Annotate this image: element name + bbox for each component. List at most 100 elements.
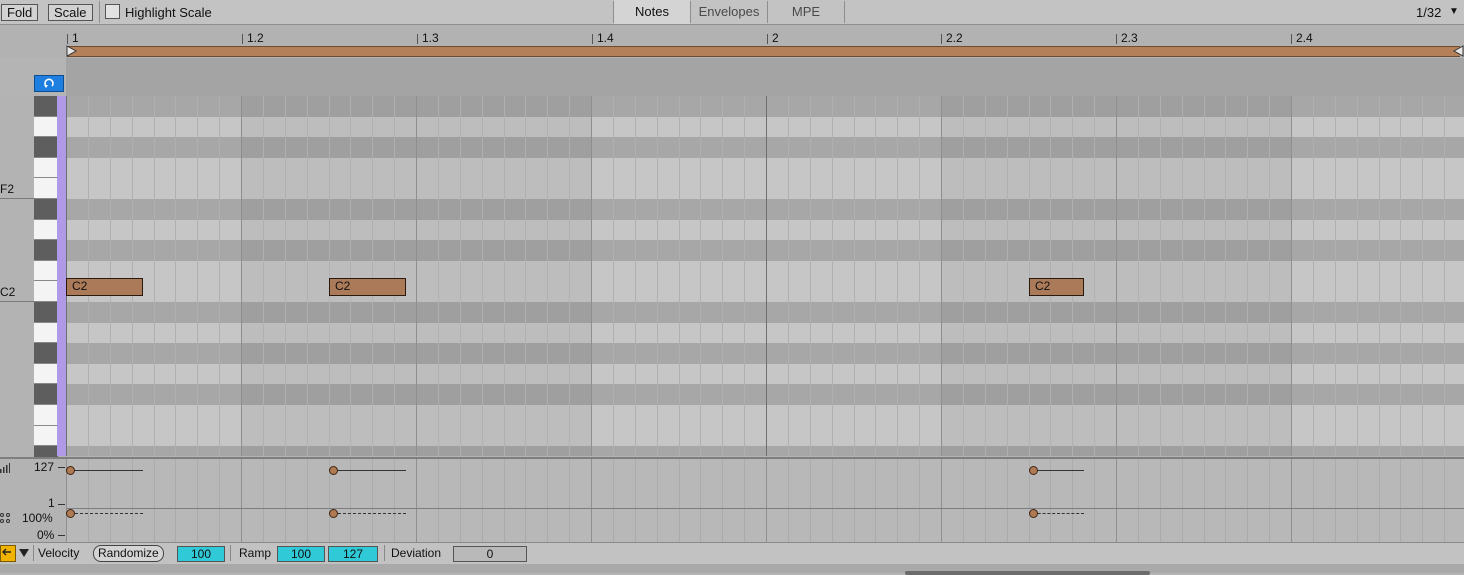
octave-line xyxy=(0,198,34,199)
chance-handle[interactable] xyxy=(329,509,338,518)
velocity-grid-line xyxy=(504,459,505,543)
chance-min-label: 0% xyxy=(37,528,55,542)
grid-line xyxy=(1029,96,1030,456)
midi-note[interactable]: C2 xyxy=(1029,278,1084,296)
midi-note[interactable]: C2 xyxy=(66,278,143,296)
velocity-grid-line xyxy=(788,459,789,543)
black-key[interactable] xyxy=(34,199,58,220)
ramp-start-field[interactable]: 100 xyxy=(277,546,325,562)
randomize-button[interactable]: Randomize xyxy=(93,545,164,562)
velocity-handle[interactable] xyxy=(329,466,338,475)
ramp-end-field[interactable]: 127 xyxy=(328,546,378,562)
divider xyxy=(230,545,231,561)
tab-divider xyxy=(844,1,845,23)
chance-handle[interactable] xyxy=(1029,509,1038,518)
black-key[interactable] xyxy=(34,343,58,364)
black-key[interactable] xyxy=(34,137,58,158)
velocity-grid-line xyxy=(810,459,811,543)
velocity-grid-line xyxy=(1072,459,1073,543)
velocity-bars-icon xyxy=(0,463,10,473)
velocity-grid-line xyxy=(394,459,395,543)
velocity-lane[interactable] xyxy=(66,457,1464,543)
back-arrow-icon[interactable] xyxy=(0,545,16,562)
loop-brace[interactable] xyxy=(67,46,1460,57)
ruler-label: 2.4 xyxy=(1296,31,1313,45)
velocity-grid-line xyxy=(941,459,942,543)
velocity-grid-line xyxy=(460,459,461,543)
ruler-tick xyxy=(417,34,418,44)
piano-roll-keyboard[interactable] xyxy=(34,96,58,467)
velocity-handle[interactable] xyxy=(1029,466,1038,475)
grid-line xyxy=(1094,96,1095,456)
black-key[interactable] xyxy=(34,96,58,117)
grid-line xyxy=(1007,96,1008,456)
grid-line xyxy=(219,96,220,456)
grid-line xyxy=(1335,96,1336,456)
grid-line xyxy=(1357,96,1358,456)
grid-size-value[interactable]: 1/32 xyxy=(1416,5,1441,20)
scale-button[interactable]: Scale xyxy=(48,4,93,21)
white-key[interactable] xyxy=(34,261,58,281)
chance-max-label: 100% xyxy=(22,511,53,525)
toolbar-divider xyxy=(99,1,100,23)
deviation-field[interactable]: 0 xyxy=(453,546,527,562)
grid-line xyxy=(941,96,942,456)
black-key[interactable] xyxy=(34,384,58,405)
grid-line xyxy=(1400,96,1401,456)
velocity-grid-line xyxy=(1094,459,1095,543)
grid-line xyxy=(700,96,701,456)
divider xyxy=(384,545,385,561)
chance-stem xyxy=(333,513,406,514)
grid-line xyxy=(110,96,111,456)
velocity-grid-line xyxy=(897,459,898,543)
chevron-down-icon[interactable] xyxy=(19,549,29,557)
velocity-stem xyxy=(333,470,406,471)
velocity-grid-line xyxy=(700,459,701,543)
grid-line xyxy=(504,96,505,456)
ruler-tick xyxy=(767,34,768,44)
white-key[interactable] xyxy=(34,364,58,384)
white-key[interactable] xyxy=(34,158,58,178)
grid-line xyxy=(132,96,133,456)
chance-handle[interactable] xyxy=(66,509,75,518)
grid-line xyxy=(263,96,264,456)
horizontal-scrollbar[interactable] xyxy=(0,564,1464,573)
velocity-grid-line xyxy=(1160,459,1161,543)
velocity-grid-line xyxy=(547,459,548,543)
velocity-handle[interactable] xyxy=(66,466,75,475)
white-key[interactable] xyxy=(34,405,58,426)
grid-line xyxy=(1182,96,1183,456)
note-grid[interactable]: C2 C2 C2 xyxy=(66,96,1464,456)
white-key[interactable] xyxy=(34,178,58,199)
white-key[interactable] xyxy=(34,117,58,137)
velocity-grid-line xyxy=(175,459,176,543)
velocity-grid-line xyxy=(372,459,373,543)
tab-mpe[interactable]: MPE xyxy=(768,0,844,24)
black-key[interactable] xyxy=(34,302,58,323)
white-key[interactable] xyxy=(34,323,58,343)
grid-line xyxy=(744,96,745,456)
velocity-grid-line xyxy=(1050,459,1051,543)
white-key[interactable] xyxy=(34,281,58,302)
white-key[interactable] xyxy=(34,220,58,240)
randomize-amount-field[interactable]: 100 xyxy=(177,546,225,562)
grid-line xyxy=(1422,96,1423,456)
grid-line xyxy=(569,96,570,456)
loop-icon[interactable] xyxy=(34,75,64,92)
white-key[interactable] xyxy=(34,426,58,446)
velocity-grid-line xyxy=(963,459,964,543)
highlight-scale-checkbox[interactable] xyxy=(105,4,120,19)
velocity-grid-line xyxy=(263,459,264,543)
velocity-grid-line xyxy=(875,459,876,543)
ruler-tick xyxy=(67,34,68,44)
black-key[interactable] xyxy=(34,240,58,261)
tab-envelopes[interactable]: Envelopes xyxy=(691,0,767,24)
grid-line xyxy=(613,96,614,456)
tab-notes[interactable]: Notes xyxy=(614,0,690,24)
midi-note[interactable]: C2 xyxy=(329,278,406,296)
grid-line xyxy=(1116,96,1117,456)
grid-line xyxy=(985,96,986,456)
chevron-down-icon[interactable]: ▼ xyxy=(1449,6,1459,17)
fold-button[interactable]: Fold xyxy=(1,4,39,21)
scrollbar-thumb[interactable] xyxy=(905,571,1150,575)
